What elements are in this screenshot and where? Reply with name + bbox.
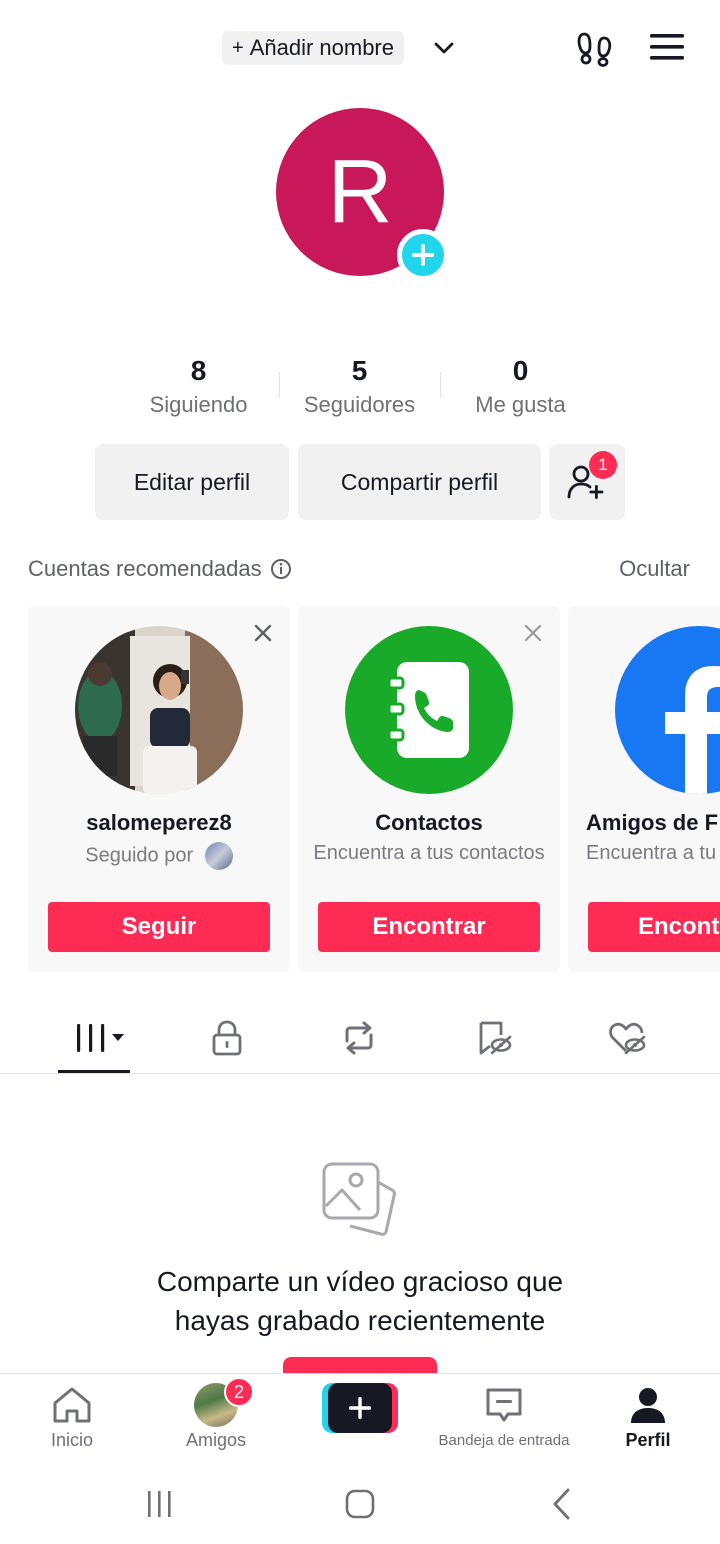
home-button-icon[interactable] bbox=[340, 1487, 380, 1521]
hide-recommended-link[interactable]: Ocultar bbox=[619, 556, 690, 582]
card-name: Amigos de F bbox=[586, 810, 719, 835]
edit-profile-button[interactable]: Editar perfil bbox=[95, 444, 289, 520]
back-icon[interactable] bbox=[542, 1487, 582, 1521]
content-tabs bbox=[0, 1004, 720, 1074]
inbox-icon bbox=[486, 1388, 522, 1422]
find-contacts-button[interactable]: Encontrar bbox=[318, 902, 540, 952]
home-icon bbox=[53, 1387, 91, 1423]
recommendation-card[interactable]: Amigos de F Encuentra a tu Encont bbox=[568, 606, 720, 972]
active-tab-indicator bbox=[58, 1070, 130, 1073]
chevron-down-icon[interactable] bbox=[432, 38, 456, 58]
videos-grid-icon bbox=[77, 1024, 124, 1052]
stat-label: Me gusta bbox=[475, 392, 566, 417]
nav-label: Perfil bbox=[625, 1430, 671, 1450]
tab-private[interactable] bbox=[202, 1018, 252, 1058]
stat-value: 0 bbox=[512, 355, 529, 386]
stat-value: 5 bbox=[351, 355, 368, 386]
stat-value: 8 bbox=[190, 355, 207, 386]
followed-by-label: Seguido por bbox=[85, 844, 194, 867]
tab-saved[interactable] bbox=[468, 1018, 518, 1058]
nav-label: Amigos bbox=[185, 1430, 247, 1450]
hidden-heart-icon bbox=[609, 1022, 646, 1055]
profile-icon bbox=[631, 1388, 665, 1423]
nav-home[interactable]: Inicio bbox=[0, 1384, 144, 1451]
repost-icon bbox=[345, 1021, 373, 1055]
user-photo[interactable] bbox=[75, 626, 243, 794]
notification-badge: 1 bbox=[589, 451, 617, 479]
recommended-header: Cuentas recomendadas bbox=[28, 556, 292, 582]
find-facebook-friends-button[interactable]: Encont bbox=[588, 902, 720, 952]
card-subtitle: Encuentra a tu bbox=[586, 842, 717, 864]
profile-views-icon[interactable] bbox=[576, 28, 616, 68]
add-name-plus: + bbox=[232, 36, 244, 59]
close-icon[interactable] bbox=[522, 622, 544, 644]
lock-icon bbox=[212, 1020, 242, 1056]
recommendation-card[interactable]: Contactos Encuentra a tus contactos Enco… bbox=[298, 606, 560, 972]
nav-profile[interactable]: Perfil bbox=[576, 1384, 720, 1451]
avatar-letter: R bbox=[327, 141, 393, 242]
card-name: Contactos bbox=[375, 810, 483, 835]
tab-liked[interactable] bbox=[602, 1018, 652, 1058]
system-navigation bbox=[0, 1459, 720, 1544]
info-icon[interactable] bbox=[270, 558, 292, 580]
photos-icon bbox=[322, 1162, 396, 1236]
nav-label: Bandeja de entrada bbox=[438, 1432, 570, 1449]
profile-stats: 8 Siguiendo 5 Seguidores 0 Me gusta bbox=[118, 352, 602, 432]
create-button[interactable] bbox=[322, 1383, 398, 1433]
card-subtitle: Encuentra a tus contactos bbox=[313, 842, 545, 864]
share-profile-button[interactable]: Compartir perfil bbox=[298, 444, 541, 520]
friends-badge: 2 bbox=[224, 1377, 254, 1407]
stat-label: Siguiendo bbox=[149, 392, 248, 417]
divider bbox=[440, 372, 441, 398]
recent-apps-icon[interactable] bbox=[140, 1487, 180, 1521]
recommendation-card[interactable]: salomeperez8 Seguido por Seguir bbox=[28, 606, 290, 972]
card-subtitle: Seguido por bbox=[28, 842, 290, 870]
mutual-avatar bbox=[204, 842, 233, 870]
top-bar: + Añadir nombre bbox=[0, 0, 720, 96]
empty-state-line2: hayas grabado recientemente bbox=[174, 1305, 546, 1336]
plus-icon bbox=[412, 244, 434, 266]
nav-friends[interactable]: Amigos bbox=[144, 1383, 288, 1451]
add-name-label: Añadir nombre bbox=[249, 35, 394, 60]
card-name: salomeperez8 bbox=[86, 810, 232, 835]
empty-state-text: Comparte un vídeo gracioso que hayas gra… bbox=[60, 1262, 660, 1340]
facebook-icon[interactable] bbox=[615, 626, 720, 794]
tab-reposts[interactable] bbox=[334, 1018, 384, 1058]
menu-icon[interactable] bbox=[648, 30, 686, 64]
close-icon[interactable] bbox=[252, 622, 274, 644]
follow-button[interactable]: Seguir bbox=[48, 902, 270, 952]
add-photo-button[interactable] bbox=[397, 229, 449, 281]
stat-label: Seguidores bbox=[303, 392, 416, 417]
contacts-icon[interactable] bbox=[345, 626, 513, 794]
recommended-title: Cuentas recomendadas bbox=[28, 556, 262, 581]
add-name-button[interactable]: + Añadir nombre bbox=[222, 31, 404, 65]
hidden-bookmark-icon bbox=[479, 1021, 512, 1055]
empty-state-line1: Comparte un vídeo gracioso que bbox=[156, 1266, 564, 1297]
stat-following[interactable]: 8 Siguiendo bbox=[118, 352, 279, 432]
tab-videos[interactable] bbox=[73, 1018, 129, 1058]
stat-likes[interactable]: 0 Me gusta bbox=[440, 352, 601, 432]
plus-icon bbox=[349, 1397, 371, 1419]
stat-followers[interactable]: 5 Seguidores bbox=[279, 352, 440, 432]
nav-label: Inicio bbox=[50, 1430, 94, 1450]
nav-inbox[interactable]: Bandeja de entrada bbox=[432, 1384, 576, 1449]
divider bbox=[279, 372, 280, 398]
